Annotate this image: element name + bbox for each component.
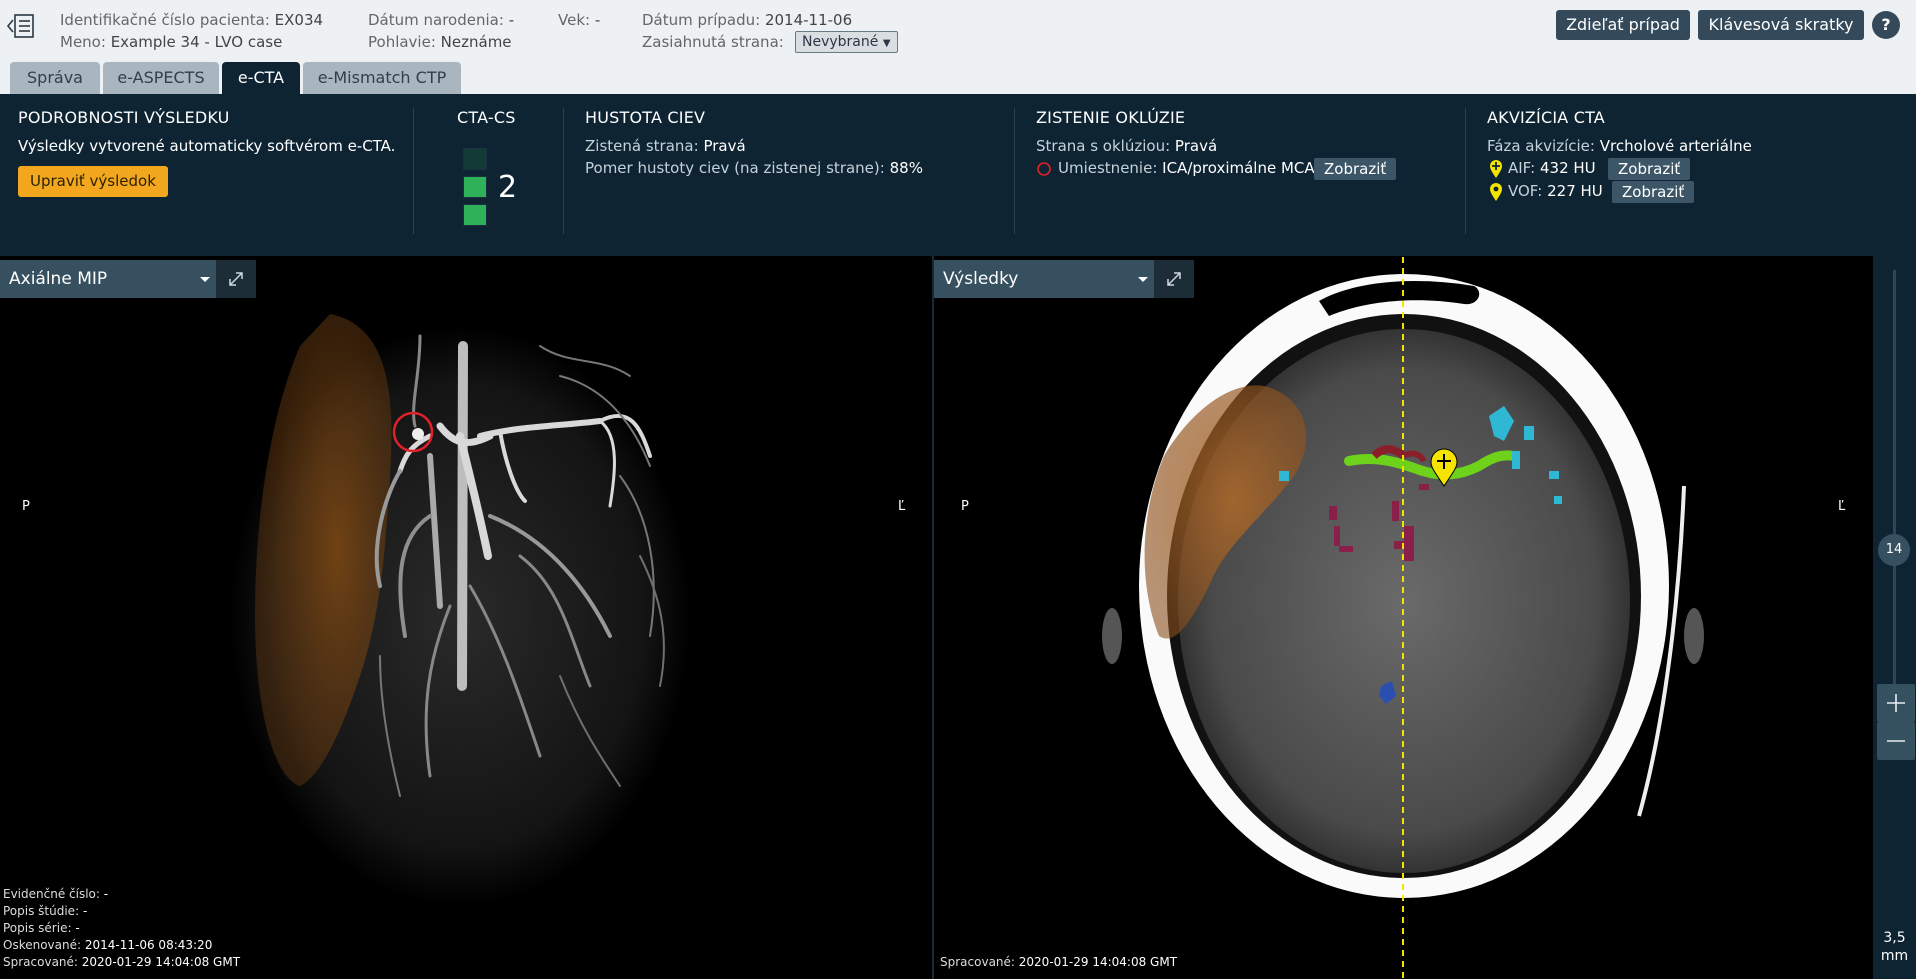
sex-field: Pohlavie: Neznáme [368, 33, 512, 51]
patient-name-value: Example 34 - LVO case [110, 33, 283, 51]
divider [1014, 108, 1015, 234]
case-date-field: Dátum prípadu: 2014-11-06 [642, 11, 853, 29]
ctacs-title: CTA-CS [457, 108, 516, 127]
ct-results-image [1102, 256, 1704, 979]
slice-thickness-unit: mm [1880, 948, 1909, 964]
age-field: Vek: - [558, 11, 601, 29]
tab-e-mismatch-ctp[interactable]: e-Mismatch CTP [303, 62, 461, 94]
density-ratio: Pomer hustoty ciev (na zistenej strane):… [585, 159, 923, 177]
collapse-menu-icon[interactable] [6, 12, 36, 40]
axial-mip-viewport[interactable]: Axiálne MIP P Ľ Evidenčné číslo: - Popis… [0, 256, 932, 979]
occlusion-title: ZISTENIE OKLÚZIE [1036, 108, 1186, 127]
results-viewport[interactable]: Výsledky P Ľ Spracované: 2020-01-29 14:0… [934, 256, 1873, 979]
divider [1465, 108, 1466, 234]
vof-value: VOF: 227 HU [1508, 182, 1603, 200]
processed-info: Spracované: 2020-01-29 14:04:08 GMT [940, 955, 1178, 969]
slice-thickness-value: 3,5 [1883, 930, 1906, 946]
orientation-right-label: Ľ [898, 499, 906, 514]
affected-side-label: Zasiahnutá strana: [642, 33, 784, 51]
dob-field: Dátum narodenia: - [368, 11, 515, 29]
divider [563, 108, 564, 234]
orientation-left-label: P [22, 499, 30, 514]
tab-report[interactable]: Správa [10, 62, 100, 94]
slider-track[interactable] [1893, 270, 1896, 730]
patient-id-field: Identifikačné číslo pacienta: EX034 [60, 11, 324, 29]
dropdown-caret-icon: ▼ [882, 38, 891, 49]
slice-slider-panel: 14 [1873, 256, 1916, 979]
orientation-right-label: Ľ [1838, 499, 1846, 514]
share-case-button[interactable]: Zdieľať prípad [1556, 10, 1690, 40]
occlusion-side: Strana s oklúziou: Pravá [1036, 137, 1218, 155]
details-title: PODROBNOSTI VÝSLEDKU [18, 108, 230, 127]
zoom-out-button[interactable] [1877, 722, 1915, 760]
ctacs-box-empty [463, 148, 487, 170]
details-text: Výsledky vytvorené automaticky softvérom… [18, 137, 396, 155]
acquisition-phase: Fáza akvizície: Vrcholové arteriálne [1487, 137, 1752, 155]
vof-marker-icon [1490, 183, 1502, 201]
occlusion-circle-icon [1037, 162, 1051, 176]
patient-name-field: Meno: Example 34 - LVO case [60, 33, 283, 51]
density-title: HUSTOTA CIEV [585, 108, 706, 127]
divider [413, 108, 414, 234]
patient-header: Identifikačné číslo pacienta: EX034 Meno… [0, 0, 1916, 94]
scanned-info: Oskenované: 2014-11-06 08:43:20 [3, 938, 213, 952]
study-info: Popis štúdie: - [3, 904, 88, 918]
occlusion-location: Umiestnenie: ICA/proximálne MCA [1058, 159, 1315, 177]
show-occlusion-button[interactable]: Zobraziť [1314, 158, 1397, 180]
series-info: Popis série: - [3, 921, 80, 935]
zoom-in-button[interactable] [1877, 684, 1915, 722]
aif-value: AIF: 432 HU [1508, 159, 1596, 177]
minus-icon [1887, 740, 1905, 742]
density-side: Zistená strana: Pravá [585, 137, 746, 155]
keyboard-shortcuts-button[interactable]: Klávesová skratky [1698, 10, 1864, 40]
edit-result-button[interactable]: Upraviť výsledok [18, 166, 168, 197]
ctacs-box-filled [463, 176, 487, 198]
show-vof-button[interactable]: Zobraziť [1612, 181, 1695, 203]
tab-e-cta[interactable]: e-CTA [222, 62, 300, 94]
ctacs-score: 2 [498, 170, 518, 205]
axial-mip-image [230, 314, 690, 906]
processed-info: Spracované: 2020-01-29 14:04:08 GMT [3, 955, 241, 969]
aif-marker-icon [1490, 160, 1502, 178]
acquisition-title: AKVIZÍCIA CTA [1487, 108, 1605, 127]
patient-id-value: EX034 [274, 11, 324, 29]
affected-side-select[interactable]: Nevybrané ▼ [795, 31, 898, 53]
accession-info: Evidenčné číslo: - [3, 887, 109, 901]
results-panel: PODROBNOSTI VÝSLEDKU Výsledky vytvorené … [0, 94, 1916, 256]
help-button[interactable]: ? [1872, 11, 1900, 39]
show-aif-button[interactable]: Zobraziť [1608, 158, 1691, 180]
plus-icon [1887, 694, 1905, 712]
slice-position-handle[interactable]: 14 [1878, 534, 1910, 566]
orientation-left-label: P [961, 499, 969, 514]
ctacs-box-filled [463, 204, 487, 226]
tab-e-aspects[interactable]: e-ASPECTS [103, 62, 219, 94]
